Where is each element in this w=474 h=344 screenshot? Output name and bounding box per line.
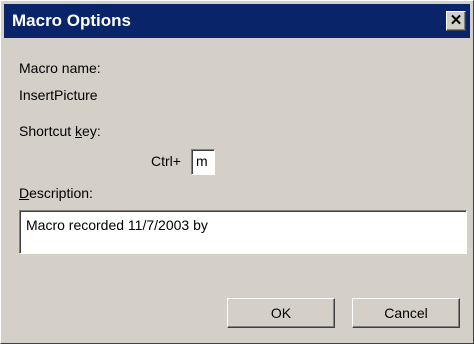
shortcut-label-post: ey: [82, 123, 101, 139]
macro-name-value: InsertPicture [19, 87, 98, 103]
shortcut-label-accel: k [75, 123, 83, 139]
ok-button[interactable]: OK [227, 298, 335, 328]
dialog-title: Macro Options [12, 11, 132, 30]
title-bar[interactable]: Macro Options ✕ [4, 4, 470, 38]
close-icon: ✕ [449, 12, 463, 29]
description-label: Description: [19, 185, 93, 201]
close-button[interactable]: ✕ [446, 11, 466, 31]
macro-name-label: Macro name: [19, 60, 101, 76]
description-label-post: escription: [29, 185, 93, 201]
shortcut-key-input[interactable]: m [191, 149, 215, 175]
shortcut-label-pre: Shortcut [19, 123, 76, 139]
description-textbox[interactable]: Macro recorded 11/7/2003 by [19, 210, 467, 254]
ctrl-prefix-label: Ctrl+ [151, 153, 181, 169]
description-label-accel: D [19, 185, 30, 201]
shortcut-key-label: Shortcut key: [19, 123, 101, 139]
cancel-button[interactable]: Cancel [352, 298, 460, 328]
macro-options-dialog: Macro Options ✕ Macro name: InsertPictur… [0, 0, 474, 344]
